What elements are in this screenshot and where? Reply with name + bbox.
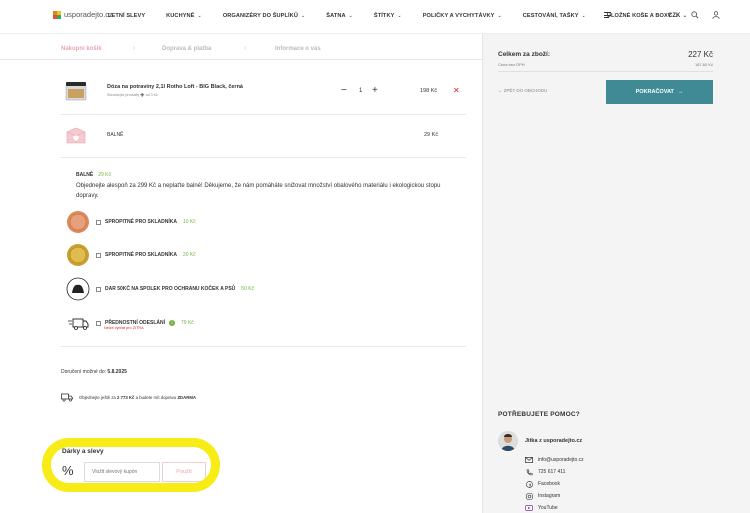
arrow-right-icon: →	[677, 89, 684, 95]
chevron-down-icon: ⌄	[397, 13, 402, 19]
qty-minus-button[interactable]: −	[341, 86, 347, 96]
divider	[60, 346, 466, 347]
continue-button[interactable]: POKRAČOVAT →	[606, 80, 713, 104]
chevron-right-icon: ›	[244, 45, 247, 52]
mail-icon	[525, 456, 533, 464]
related-products-link[interactable]: Související produkty ➕ od 3 Kč	[107, 93, 158, 97]
contact-email[interactable]: info@usporadejto.cz	[525, 456, 584, 464]
nav-item-letni-slevy[interactable]: LETNÍ SLEVY	[108, 13, 145, 19]
top-navigation: usporadejto.cz LETNÍ SLEVY KUCHYNĚ ⌄ ORGA…	[0, 0, 750, 34]
truck-icon	[61, 393, 73, 402]
contact-instagram[interactable]: Instagram	[525, 492, 560, 500]
support-agent: Jitka z usporadejto.cz	[498, 431, 582, 451]
option-price: 79 Kč	[181, 320, 194, 326]
contact-phone[interactable]: 725 617 411	[525, 468, 565, 476]
back-to-shop-link[interactable]: ← ZPĚT DO OBCHODU	[498, 88, 547, 93]
vat-label: Cena bez DPH	[498, 62, 525, 67]
option-label: SPROPITNÉ PRO SKLADNÍKA	[105, 252, 177, 258]
chevron-down-icon: ⌄	[682, 13, 688, 19]
delivery-date: Doručení možné do: 5.8.2025	[61, 369, 127, 375]
avatar	[498, 431, 518, 451]
facebook-icon	[525, 480, 533, 488]
divider	[60, 157, 466, 158]
checkout-steps: Nákupní košík › Doprava & platba › Infor…	[0, 42, 482, 60]
product-image[interactable]	[64, 80, 88, 102]
option-tip-20[interactable]: SPROPITNÉ PRO SKLADNÍKA 20 Kč	[66, 242, 196, 268]
qty-value[interactable]: 1	[359, 88, 362, 94]
package-icon	[66, 127, 86, 144]
packaging-price: 29 Kč	[424, 132, 439, 138]
divider	[498, 71, 713, 72]
chevron-down-icon: ⌄	[197, 13, 202, 19]
cart-item-packaging: BALNĚ 29 Kč	[60, 120, 466, 150]
order-summary-panel: Celkem za zboží: 227 Kč Cena bez DPH 187…	[482, 34, 750, 513]
user-icon[interactable]	[712, 11, 720, 19]
nav-item-satna[interactable]: ŠATNA ⌄	[326, 13, 353, 19]
option-tip-10[interactable]: SPROPITNÉ PRO SKLADNÍKA 10 Kč	[66, 209, 196, 235]
packaging-name: BALNĚ	[107, 132, 124, 138]
option-price: 50 Kč	[241, 286, 255, 292]
priority-note: Nelze vybrat pro ZITRA	[104, 326, 144, 330]
divider	[60, 114, 466, 115]
option-donation[interactable]: DAR 50KČ NA SPOLEK PRO OCHRANU KOČEK A P…	[66, 276, 254, 302]
option-label: DAR 50KČ NA SPOLEK PRO OCHRANU KOČEK A P…	[105, 286, 236, 292]
contact-facebook[interactable]: Facebook	[525, 480, 560, 488]
animal-shelter-logo-icon	[66, 277, 90, 301]
free-shipping-info: Objednejte ještě za 2 773 Kč a budete mí…	[61, 393, 196, 402]
qty-plus-button[interactable]: +	[372, 86, 378, 96]
product-name[interactable]: Dóza na potraviny 2,1l Rotho Loft - BIG …	[107, 84, 243, 90]
search-icon[interactable]	[691, 11, 699, 19]
checkbox[interactable]	[96, 219, 101, 225]
option-priority[interactable]: PŘEDNOSTNÍ ODESLÁNÍ i 79 Kč	[66, 310, 194, 336]
chevron-down-icon: ⌄	[300, 13, 306, 19]
contact-youtube[interactable]: YouTube	[525, 504, 558, 512]
chevron-right-icon: ›	[133, 45, 136, 52]
chevron-down-icon: ⌄	[497, 13, 502, 19]
step-shipping-payment[interactable]: Doprava & platba	[162, 46, 211, 52]
main-menu: LETNÍ SLEVY KUCHYNĚ ⌄ ORGANIZÉRY DO ŠUPLÍ…	[108, 13, 700, 19]
nav-item-organizery[interactable]: ORGANIZÉRY DO ŠUPLÍKŮ ⌄	[223, 13, 305, 19]
coin-gold-icon	[67, 244, 89, 266]
youtube-icon	[525, 504, 533, 512]
checkbox[interactable]	[96, 286, 101, 292]
chevron-down-icon: ⌄	[348, 13, 353, 19]
info-icon[interactable]: i	[169, 320, 176, 326]
checkbox[interactable]	[96, 320, 101, 326]
checkbox[interactable]	[96, 252, 101, 258]
coin-copper-icon	[67, 211, 89, 233]
instagram-icon	[525, 492, 533, 500]
phone-icon	[525, 468, 533, 476]
logo[interactable]: usporadejto.cz	[53, 10, 113, 19]
logo-text: usporadejto.cz	[64, 10, 113, 19]
step-customer-info[interactable]: Informace o vás	[275, 46, 321, 52]
currency-selector[interactable]: CZK ⌄	[668, 12, 687, 19]
nav-item-policky[interactable]: POLIČKY A VYCHYTÁVKY ⌄	[423, 13, 502, 19]
option-label: SPROPITNÉ PRO SKLADNÍKA	[105, 219, 177, 225]
nav-item-kuchyne[interactable]: KUCHYNĚ ⌄	[166, 13, 202, 19]
highlight-annotation	[42, 438, 220, 492]
cart-item: Dóza na potraviny 2,1l Rotho Loft - BIG …	[60, 78, 466, 108]
total-label: Celkem za zboží:	[498, 51, 551, 58]
logo-mark-icon	[53, 10, 61, 19]
express-delivery-icon	[68, 318, 89, 330]
chevron-down-icon: ⌄	[581, 13, 586, 19]
nav-item-stitky[interactable]: ŠTÍTKY ⌄	[374, 13, 402, 19]
help-title: POTŘEBUJETE POMOC?	[498, 411, 580, 418]
packaging-info-title: BALNĚ 29 Kč	[76, 172, 112, 178]
packaging-info-text: Objednejte alespoň za 299 Kč a neplaťte …	[76, 183, 441, 199]
remove-item-icon[interactable]: ✕	[453, 86, 460, 95]
step-cart[interactable]: Nákupní košík	[61, 46, 102, 52]
vat-value: 187,60 Kč	[694, 62, 713, 67]
option-price: 10 Kč	[182, 219, 196, 225]
menu-icon[interactable]	[604, 12, 611, 20]
agent-name: Jitka z usporadejto.cz	[525, 438, 583, 444]
total-value: 227 Kč	[688, 50, 713, 59]
nav-item-cestovani[interactable]: CESTOVÁNÍ, TAŠKY ⌄	[523, 13, 586, 19]
option-price: 20 Kč	[182, 252, 196, 258]
product-price: 198 Kč	[420, 88, 438, 94]
